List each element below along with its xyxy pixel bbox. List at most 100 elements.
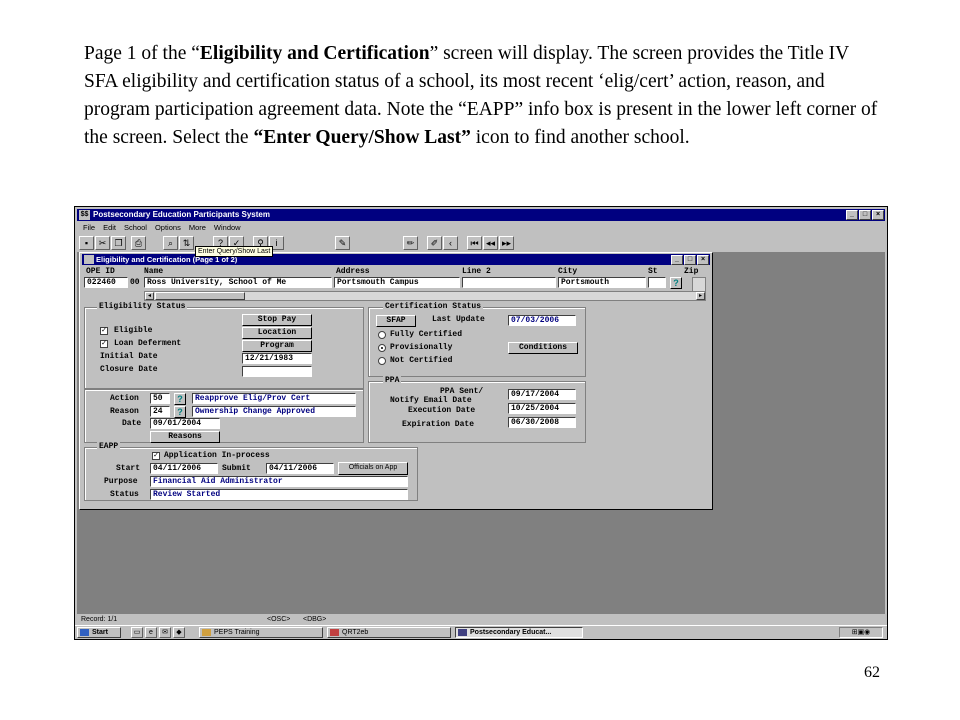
program-button[interactable]: Program [242, 340, 312, 352]
initial-date-label: Initial Date [100, 352, 158, 361]
child-minimize-button[interactable]: _ [671, 255, 683, 265]
child-titlebar: Eligibility and Certification (Page 1 of… [82, 254, 710, 265]
child-maximize-button[interactable]: □ [684, 255, 696, 265]
chevron-left-icon[interactable]: ‹ [443, 236, 458, 250]
stop-pay-button[interactable]: Stop Pay [242, 314, 312, 326]
action-label: Action [110, 394, 139, 403]
scroll-thumb[interactable] [155, 292, 245, 300]
sfap-button[interactable]: SFAP [376, 315, 416, 327]
menu-file[interactable]: File [83, 222, 95, 234]
menu-more[interactable]: More [189, 222, 206, 234]
action-code-field[interactable]: 50 [150, 393, 170, 404]
eapp-status-field[interactable]: Review Started [150, 489, 408, 500]
print-icon[interactable]: ⎙ [131, 236, 146, 250]
last-update-field[interactable]: 07/03/2006 [508, 315, 576, 326]
task-peps-training[interactable]: PEPS Training [199, 627, 323, 638]
menu-school[interactable]: School [124, 222, 147, 234]
address-field[interactable]: Portsmouth Campus [334, 277, 460, 288]
horizontal-scrollbar[interactable]: ◂ ▸ [144, 291, 706, 301]
start-label: Start [92, 629, 108, 636]
copy-icon[interactable]: ❐ [111, 236, 126, 250]
next-record-icon[interactable]: ▸▸ [499, 236, 514, 250]
eapp-submit-field[interactable]: 04/11/2006 [266, 463, 334, 474]
action-date-field[interactable]: 09/01/2004 [150, 418, 220, 429]
line2-field[interactable] [462, 277, 556, 288]
application-in-process-checkbox[interactable]: ✓ [152, 452, 160, 460]
cut-icon[interactable]: ✂ [95, 236, 110, 250]
browser-quicklaunch-icon[interactable]: e [145, 627, 157, 638]
caption-text: icon to find another school. [470, 127, 690, 148]
save-icon[interactable]: ▪ [79, 236, 94, 250]
reason-code-field[interactable]: 24 [150, 406, 170, 417]
header-city: City [558, 267, 578, 276]
reasons-button[interactable]: Reasons [150, 431, 220, 443]
enter-query-icon[interactable]: ⌕ [163, 236, 178, 250]
minimize-button[interactable]: _ [846, 210, 858, 220]
state-lookup-icon[interactable]: ? [670, 277, 682, 289]
menu-window[interactable]: Window [214, 222, 241, 234]
not-certified-radio[interactable] [378, 357, 386, 365]
eligibility-status-title: Eligibility Status [97, 302, 188, 312]
eligible-checkbox[interactable]: ✓ [100, 327, 108, 335]
email-quicklaunch-icon[interactable]: ✉ [159, 627, 171, 638]
fully-certified-radio[interactable] [378, 331, 386, 339]
task-postsecondary-education[interactable]: Postsecondary Educat... [455, 627, 583, 638]
officials-on-app-button[interactable]: Officials on App [338, 462, 408, 475]
loan-deferment-checkbox[interactable]: ✓ [100, 340, 108, 348]
ppa-sent-field[interactable]: 09/17/2004 [508, 389, 576, 400]
reason-label: Reason [110, 407, 139, 416]
action-lookup-icon[interactable]: ? [174, 393, 186, 405]
task-label: PEPS Training [214, 629, 260, 636]
task-qrt2eb[interactable]: QRT2eb [327, 627, 451, 638]
header-name: Name [144, 267, 164, 276]
presentation-icon [202, 629, 211, 636]
expiration-date-field[interactable]: 06/30/2008 [508, 417, 576, 428]
eapp-start-field[interactable]: 04/11/2006 [150, 463, 218, 474]
eapp-submit-label: Submit [222, 464, 251, 473]
edit-icon[interactable]: ✎ [335, 236, 350, 250]
maximize-button[interactable]: □ [859, 210, 871, 220]
menu-options[interactable]: Options [155, 222, 181, 234]
close-button[interactable]: × [872, 210, 884, 220]
eapp-purpose-label: Purpose [104, 477, 138, 486]
caption-text: Page 1 of the “ [84, 43, 200, 64]
previous-record-icon[interactable]: ◂◂ [483, 236, 498, 250]
city-field[interactable]: Portsmouth [558, 277, 646, 288]
taskbar: Start ▭ e ✉ ◆ PEPS Training QRT2eb Posts… [75, 625, 887, 639]
header-zip: Zip [684, 267, 699, 276]
ope-suffix: 00 [130, 278, 140, 287]
page-number: 62 [864, 664, 880, 681]
provisionally-radio[interactable] [378, 344, 386, 352]
eapp-purpose-field[interactable]: Financial Aid Administrator [150, 476, 408, 487]
header-line2: Line 2 [462, 267, 491, 276]
sort-icon[interactable]: ⇅ [179, 236, 194, 250]
closure-date-field[interactable] [242, 366, 312, 377]
execution-date-field[interactable]: 10/25/2004 [508, 403, 576, 414]
application-in-process-label: Application In-process [164, 451, 270, 460]
mdi-workspace: Eligibility and Certification (Page 1 of… [77, 252, 885, 613]
action-description-field[interactable]: Reapprove Elig/Prov Cert [192, 393, 356, 404]
menu-edit[interactable]: Edit [103, 222, 116, 234]
conditions-button[interactable]: Conditions [508, 342, 578, 354]
school-name-field[interactable]: Ross University, School of Me [144, 277, 332, 288]
record-edit-icon[interactable]: ✐ [427, 236, 442, 250]
task-label: Postsecondary Educat... [470, 629, 552, 636]
child-close-button[interactable]: × [697, 255, 709, 265]
scroll-left-icon[interactable]: ◂ [145, 292, 154, 300]
location-button[interactable]: Location [242, 327, 312, 339]
reason-description-field[interactable]: Ownership Change Approved [192, 406, 356, 417]
child-window-icon [84, 255, 94, 264]
eapp-status-label: Status [110, 490, 139, 499]
pencil-icon[interactable]: ✏ [403, 236, 418, 250]
ppa-title: PPA [383, 376, 402, 386]
start-button[interactable]: Start [77, 627, 121, 638]
initial-date-field[interactable]: 12/21/1983 [242, 353, 312, 364]
state-field[interactable] [648, 277, 666, 288]
reason-lookup-icon[interactable]: ? [174, 406, 186, 418]
task-label: QRT2eb [342, 629, 369, 636]
ope-id-field[interactable]: 022460 [84, 277, 128, 288]
scroll-right-icon[interactable]: ▸ [696, 292, 705, 300]
app-quicklaunch-icon[interactable]: ◆ [173, 627, 185, 638]
desktop-quicklaunch-icon[interactable]: ▭ [131, 627, 143, 638]
first-record-icon[interactable]: ⏮ [467, 236, 482, 250]
